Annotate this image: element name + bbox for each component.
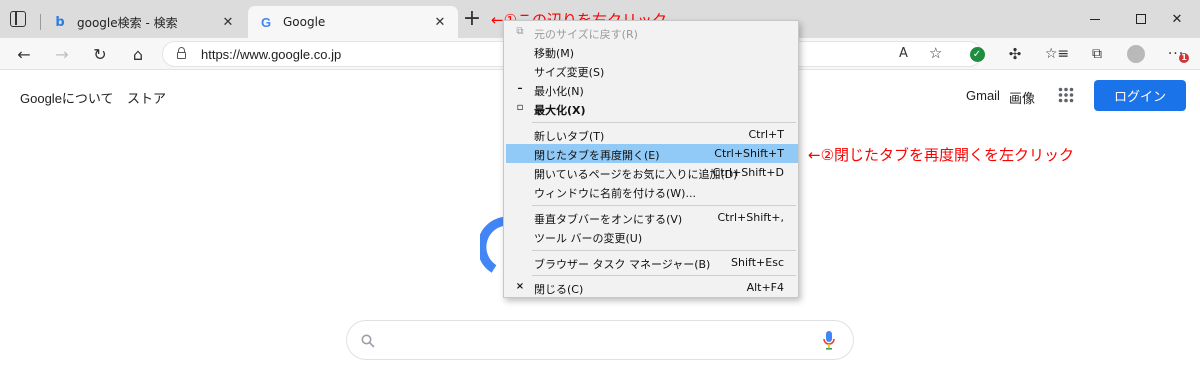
menu-item-maximize[interactable]: ▫ 最大化(X)	[506, 99, 798, 118]
minimize-icon: –	[517, 83, 523, 94]
menu-separator	[532, 205, 796, 206]
menu-item-vertical-tabs[interactable]: 垂直タブバーをオンにする(V) Ctrl+Shift+,	[506, 208, 798, 227]
login-button[interactable]: ログイン	[1094, 80, 1186, 111]
menu-item-reopen-closed-tab[interactable]: 閉じたタブを再度開く(E) Ctrl+Shift+T	[506, 144, 798, 163]
images-link[interactable]: 画像	[1009, 88, 1035, 107]
check-circle-icon: ✓	[969, 46, 985, 62]
refresh-button[interactable]: ↻	[84, 38, 116, 70]
bing-icon: b	[55, 14, 65, 30]
add-favorite-icon[interactable]: ☆	[929, 44, 942, 62]
voice-search-icon[interactable]	[822, 330, 836, 352]
maximize-icon: ▫	[516, 102, 524, 113]
menu-item-move[interactable]: 移動(M)	[506, 42, 798, 61]
tab-separator	[40, 14, 41, 30]
puzzle-icon: ✣	[1008, 45, 1022, 63]
tab-title: Google	[283, 15, 326, 29]
apps-grid-icon[interactable]	[1058, 87, 1074, 103]
close-tab-icon[interactable]: ✕	[432, 14, 448, 30]
read-aloud-icon[interactable]: A	[899, 46, 908, 61]
menu-item-task-manager[interactable]: ブラウザー タスク マネージャー(B) Shift+Esc	[506, 253, 798, 272]
menu-separator	[532, 122, 796, 123]
notification-badge: 1	[1179, 53, 1189, 63]
about-google-link[interactable]: Googleについて	[20, 88, 114, 107]
settings-more-button[interactable]: ··· 1	[1160, 38, 1192, 70]
url-text[interactable]: https://www.google.co.jp	[201, 47, 341, 62]
minimize-icon	[1090, 18, 1100, 20]
store-link[interactable]: ストア	[127, 88, 166, 107]
close-icon: ×	[515, 281, 525, 292]
google-icon: G	[260, 14, 272, 30]
tab-context-menu: ⧉ 元のサイズに戻す(R) 移動(M) サイズ変更(S) – 最小化(N) ▫ …	[503, 20, 799, 298]
gmail-link[interactable]: Gmail	[966, 88, 1000, 103]
menu-item-name-window[interactable]: ウィンドウに名前を付ける(W)...	[506, 182, 798, 201]
favorites-button[interactable]: ☆≡	[1041, 38, 1073, 70]
minimize-window-button[interactable]	[1072, 0, 1118, 38]
favorites-list-icon: ☆≡	[1044, 46, 1070, 62]
menu-item-close[interactable]: × 閉じる(C) Alt+F4	[506, 278, 798, 297]
forward-button[interactable]: →	[46, 38, 78, 70]
close-tab-icon[interactable]: ✕	[220, 14, 236, 30]
menu-item-new-tab[interactable]: 新しいタブ(T) Ctrl+T	[506, 125, 798, 144]
menu-item-restore[interactable]: ⧉ 元のサイズに戻す(R)	[506, 23, 798, 42]
close-icon: ✕	[1171, 11, 1183, 27]
maximize-icon	[1136, 14, 1146, 24]
search-box[interactable]	[346, 320, 854, 360]
extension-check-button[interactable]: ✓	[961, 38, 993, 70]
home-button[interactable]: ⌂	[122, 38, 154, 70]
tab-google-search[interactable]: b google検索 - 検索 ✕	[42, 6, 246, 38]
collections-icon: ⧉	[1092, 46, 1102, 62]
search-icon	[361, 333, 375, 348]
menu-item-minimize[interactable]: – 最小化(N)	[506, 80, 798, 99]
avatar	[1127, 45, 1145, 63]
profile-button[interactable]	[1120, 38, 1152, 70]
tab-actions-icon[interactable]	[10, 11, 26, 27]
tab-title: google検索 - 検索	[77, 15, 178, 30]
extensions-button[interactable]: ✣	[999, 38, 1031, 70]
forward-arrow-icon: →	[55, 44, 69, 64]
restore-icon: ⧉	[516, 26, 524, 37]
menu-item-resize[interactable]: サイズ変更(S)	[506, 61, 798, 80]
lock-icon	[177, 47, 186, 59]
new-tab-button[interactable]: +	[461, 8, 483, 31]
tab-google[interactable]: G Google ✕	[248, 6, 458, 38]
home-icon: ⌂	[132, 44, 144, 64]
close-window-button[interactable]: ✕	[1154, 0, 1200, 38]
refresh-icon: ↻	[93, 44, 107, 64]
menu-item-customize-toolbar[interactable]: ツール バーの変更(U)	[506, 227, 798, 246]
menu-item-add-favorites[interactable]: 開いているページをお気に入りに追加(D) Ctrl+Shift+D	[506, 163, 798, 182]
annotation-step2: ←②閉じたタブを再度開くを左クリック	[808, 146, 1075, 164]
menu-separator	[532, 275, 796, 276]
back-button[interactable]: ←	[8, 38, 40, 70]
back-arrow-icon: ←	[17, 44, 31, 64]
menu-separator	[532, 250, 796, 251]
collections-button[interactable]: ⧉	[1081, 38, 1113, 70]
